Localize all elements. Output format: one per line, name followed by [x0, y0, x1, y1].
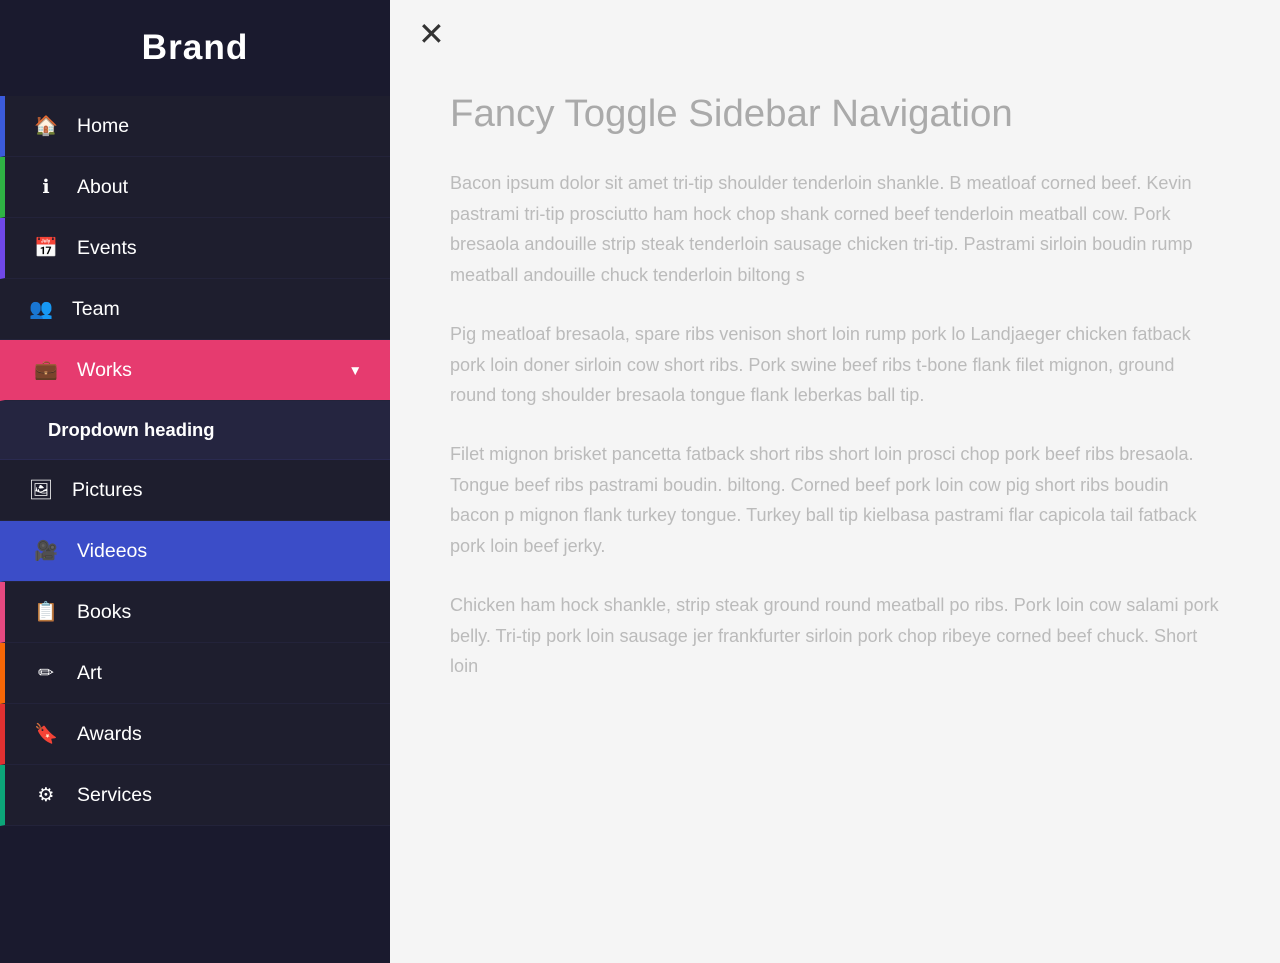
sidebar-item-label: Works: [77, 359, 341, 382]
sidebar-item-label: Awards: [77, 723, 362, 746]
home-icon: 🏠: [33, 114, 59, 138]
calendar-icon: 📅: [33, 236, 59, 260]
award-icon: 🔖: [33, 722, 59, 746]
paragraph-3: Filet mignon brisket pancetta fatback sh…: [450, 439, 1220, 562]
art-icon: ✏: [33, 661, 59, 685]
sidebar-item-label: Events: [77, 237, 362, 260]
sidebar-item-label: About: [77, 176, 362, 199]
nav-list: 🏠 Home ℹ About 📅 Events 👥 Team 💼 Works ▼…: [0, 96, 390, 963]
chevron-down-icon: ▼: [349, 363, 362, 378]
sidebar-item-label: Home: [77, 115, 362, 138]
sidebar-item-works[interactable]: 💼 Works ▼: [0, 340, 390, 401]
sidebar-item-videeos[interactable]: 🎥 Videeos: [0, 521, 390, 582]
video-icon: 🎥: [33, 539, 59, 563]
close-button[interactable]: ✕: [418, 18, 445, 50]
image-icon: 🖼: [28, 478, 54, 502]
gear-icon: ⚙: [33, 783, 59, 807]
sidebar-item-about[interactable]: ℹ About: [0, 157, 390, 218]
sidebar-item-label: Videeos: [77, 540, 362, 563]
sidebar-item-pictures[interactable]: 🖼 Pictures: [0, 460, 390, 521]
sidebar-item-label: Pictures: [72, 479, 362, 502]
sidebar-item-team[interactable]: 👥 Team: [0, 279, 390, 340]
page-title: Fancy Toggle Sidebar Navigation: [450, 92, 1220, 136]
sidebar-item-events[interactable]: 📅 Events: [0, 218, 390, 279]
paragraph-4: Chicken ham hock shankle, strip steak gr…: [450, 590, 1220, 682]
content-body: Fancy Toggle Sidebar Navigation Bacon ip…: [390, 0, 1280, 750]
book-icon: 📋: [33, 600, 59, 624]
paragraph-2: Pig meatloaf bresaola, spare ribs veniso…: [450, 319, 1220, 411]
sidebar-item-dropdown-heading[interactable]: Dropdown heading: [0, 401, 390, 460]
sidebar-item-home[interactable]: 🏠 Home: [0, 96, 390, 157]
sidebar-item-awards[interactable]: 🔖 Awards: [0, 704, 390, 765]
sidebar-item-art[interactable]: ✏ Art: [0, 643, 390, 704]
sidebar-item-label: Dropdown heading: [48, 419, 362, 441]
paragraph-1: Bacon ipsum dolor sit amet tri-tip shoul…: [450, 168, 1220, 291]
sidebar-item-label: Art: [77, 662, 362, 685]
main-content: ✕ Fancy Toggle Sidebar Navigation Bacon …: [390, 0, 1280, 963]
brand-title: Brand: [0, 0, 390, 96]
sidebar-item-label: Team: [72, 298, 362, 321]
sidebar: Brand 🏠 Home ℹ About 📅 Events 👥 Team 💼 W…: [0, 0, 390, 963]
sidebar-item-services[interactable]: ⚙ Services: [0, 765, 390, 826]
team-icon: 👥: [28, 297, 54, 321]
sidebar-item-label: Books: [77, 601, 362, 624]
sidebar-item-books[interactable]: 📋 Books: [0, 582, 390, 643]
info-icon: ℹ: [33, 175, 59, 199]
sidebar-item-label: Services: [77, 784, 362, 807]
briefcase-icon: 💼: [33, 358, 59, 382]
